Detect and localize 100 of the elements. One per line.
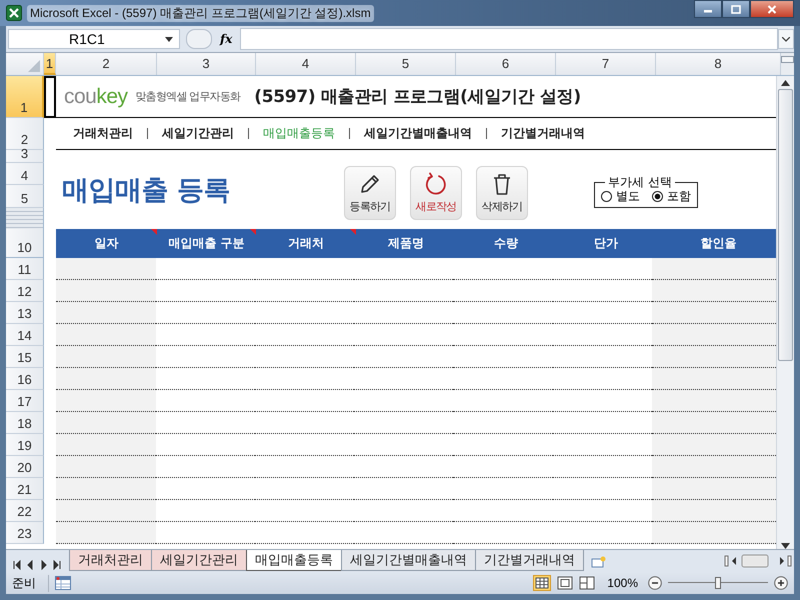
table-cell[interactable] [56, 324, 156, 346]
row-header[interactable]: 23 [6, 522, 44, 544]
column-header[interactable]: 3 [157, 53, 256, 75]
refresh-icon [424, 172, 448, 196]
insert-function-button[interactable]: fx [220, 32, 232, 46]
table-cell[interactable] [56, 346, 156, 368]
page-layout-view-icon[interactable] [557, 576, 574, 590]
action-button[interactable]: 새로작성 [410, 166, 462, 220]
row-header[interactable]: 3 [6, 150, 44, 163]
row-header[interactable]: 22 [6, 500, 44, 522]
row-header[interactable]: 17 [6, 390, 44, 412]
column-heading: 매입매출 구분 [157, 229, 256, 258]
normal-view-icon[interactable] [533, 575, 552, 591]
active-cell[interactable] [44, 76, 56, 118]
minimize-button[interactable] [694, 0, 722, 18]
radio-option[interactable]: 포함 [652, 188, 691, 205]
table-cell[interactable] [652, 368, 776, 390]
table-cell[interactable] [56, 500, 156, 522]
sheet-tab[interactable]: 기간별거래내역 [475, 550, 584, 571]
table-cell[interactable] [56, 302, 156, 324]
table-cell[interactable] [652, 346, 776, 368]
table-cell[interactable] [56, 478, 156, 500]
name-box[interactable]: R1C1 [8, 29, 180, 49]
table-cell[interactable] [56, 280, 156, 302]
nav-link[interactable]: 세일기간관리 [162, 125, 234, 142]
sheet-tab[interactable]: 세일기간별매출내역 [341, 550, 476, 571]
zoom-slider-thumb[interactable] [715, 577, 721, 589]
table-cell[interactable] [652, 302, 776, 324]
spreadsheet-app-icon [6, 5, 22, 21]
action-button[interactable]: 삭제하기 [476, 166, 528, 220]
scroll-up-icon[interactable] [781, 80, 790, 86]
close-icon [767, 4, 777, 14]
column-header[interactable]: 7 [556, 53, 656, 75]
row-header[interactable]: 11 [6, 258, 44, 280]
close-button[interactable] [750, 0, 794, 18]
row-header[interactable]: 5 [6, 185, 44, 208]
splitter-handle[interactable] [186, 29, 212, 49]
action-button[interactable]: 등록하기 [344, 166, 396, 220]
table-cell[interactable] [652, 412, 776, 434]
radio-button[interactable] [601, 191, 612, 202]
table-cell[interactable] [56, 522, 156, 544]
group-label: 부가세 선택 [607, 176, 673, 188]
maximize-button[interactable] [722, 0, 750, 18]
row-header[interactable]: 4 [6, 163, 44, 185]
sheet-tab[interactable]: 매입매출등록 [246, 550, 342, 571]
row-header[interactable]: 21 [6, 478, 44, 500]
table-cell[interactable] [652, 390, 776, 412]
column-header[interactable]: 1 [44, 53, 56, 75]
zoom-level-text[interactable]: 100% [607, 576, 638, 590]
table-cell[interactable] [56, 258, 156, 280]
radio-option[interactable]: 별도 [601, 188, 640, 205]
sheet-record-icon[interactable] [55, 576, 71, 590]
table-cell[interactable] [56, 368, 156, 390]
chevron-icon [782, 36, 790, 42]
table-cell[interactable] [56, 456, 156, 478]
column-heading: 단가 [593, 235, 619, 252]
nav-link[interactable]: 매입매출등록 [263, 125, 335, 142]
sheet-tab[interactable]: 거래처관리 [69, 550, 152, 571]
column-header[interactable]: 6 [456, 53, 556, 75]
column-heading: 제품명 [387, 235, 425, 252]
row-header[interactable]: 16 [6, 368, 44, 390]
zoom-in-button[interactable] [774, 576, 788, 590]
trash-icon [491, 172, 513, 196]
table-cell[interactable] [652, 324, 776, 346]
zoom-slider[interactable] [668, 576, 768, 590]
table-cell[interactable] [652, 500, 776, 522]
status-text: 준비 [6, 574, 49, 592]
sheet-tab[interactable]: 세일기간관리 [151, 550, 247, 571]
column-heading: 일자 [56, 229, 157, 258]
split-box[interactable] [781, 56, 794, 63]
column-header[interactable]: 4 [256, 53, 356, 75]
table-cell[interactable] [56, 390, 156, 412]
expand-formula-button[interactable] [778, 29, 794, 49]
row-header[interactable]: 2 [6, 118, 44, 150]
page-heading: 매입매출 등록 [62, 174, 231, 208]
row-header[interactable]: 15 [6, 346, 44, 368]
table-cell[interactable] [652, 280, 776, 302]
table-cell[interactable] [652, 258, 776, 280]
row-header[interactable]: 19 [6, 434, 44, 456]
row-header[interactable]: 1 [6, 76, 44, 118]
row-header[interactable]: 14 [6, 324, 44, 346]
column-header[interactable]: 5 [356, 53, 456, 75]
column-header[interactable]: 2 [56, 53, 157, 75]
row-header[interactable]: 18 [6, 412, 44, 434]
radio-button[interactable] [652, 191, 663, 202]
nav-link[interactable]: 거래처관리 [73, 125, 133, 142]
nav-link[interactable]: 세일기간별매출내역 [364, 125, 472, 142]
table-cell[interactable] [652, 456, 776, 478]
table-cell[interactable] [56, 434, 156, 456]
row-header[interactable]: 13 [6, 302, 44, 324]
row-header[interactable]: 10 [6, 229, 44, 258]
nav-link[interactable]: 기간별거래내역 [501, 125, 585, 142]
zoom-out-button[interactable] [648, 576, 662, 590]
table-cell[interactable] [652, 434, 776, 456]
table-cell[interactable] [56, 412, 156, 434]
table-cell[interactable] [652, 478, 776, 500]
page-break-view-icon[interactable] [579, 576, 596, 590]
row-header[interactable]: 20 [6, 456, 44, 478]
table-cell[interactable] [652, 522, 776, 544]
row-header[interactable]: 12 [6, 280, 44, 302]
